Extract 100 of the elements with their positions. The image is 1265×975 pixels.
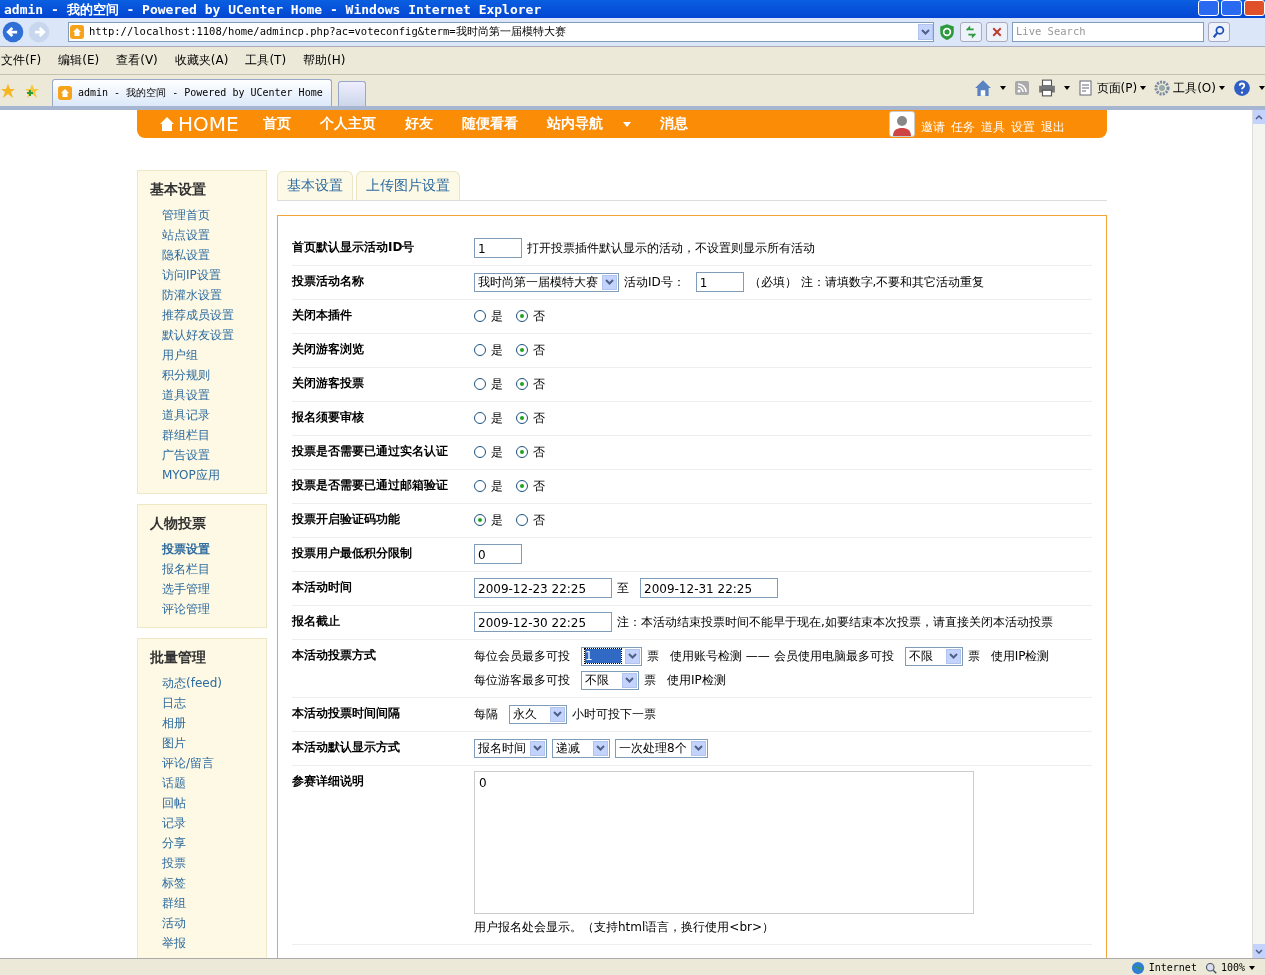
menu-item[interactable]: 编辑(E) (58, 52, 100, 69)
select-field[interactable]: 不限 (581, 670, 639, 690)
menu-item[interactable]: 查看(V) (116, 52, 158, 69)
radio-button[interactable] (516, 310, 528, 322)
zoom-icon (1204, 961, 1217, 974)
search-button[interactable] (1208, 22, 1230, 42)
dropdown-caret-icon (623, 121, 631, 127)
close-button[interactable] (1244, 0, 1265, 16)
scroll-down-icon[interactable] (1255, 948, 1263, 954)
address-field[interactable]: http://localhost:1108/home/admincp.php?ac=voteconfig&term=我时尚第一届模特大赛 (68, 22, 934, 42)
radio-button[interactable] (516, 480, 528, 492)
field-label: 关闭游客浏览 (292, 341, 365, 358)
radio-button[interactable] (516, 514, 528, 526)
sidebar-link[interactable]: 标签 (150, 873, 266, 893)
field-label: 参赛详细说明 (292, 773, 365, 790)
sidebar-link[interactable]: 举报 (150, 933, 266, 953)
menu-item[interactable]: 收藏夹(A) (174, 52, 229, 69)
sidebar-link[interactable]: 群组 (150, 893, 266, 913)
radio-button[interactable] (516, 344, 528, 356)
stop-button[interactable] (986, 22, 1008, 42)
sidebar-link[interactable]: MYOP应用 (150, 465, 266, 485)
text-input[interactable]: 2009-12-31 22:25 (640, 578, 778, 598)
hint-text: 使用账号检测 —— 会员使用电脑最多可投 (670, 647, 894, 665)
sidebar-link[interactable]: 话题 (150, 773, 266, 793)
hint-text: 每隔 (474, 705, 498, 723)
text-input[interactable]: 1 (695, 272, 744, 292)
star-icon (0, 82, 16, 99)
radio-button[interactable] (474, 310, 486, 322)
settings-tab[interactable]: 上传图片设置 (356, 171, 460, 200)
sidebar-link[interactable]: 推荐成员设置 (150, 305, 266, 325)
printer-icon (1037, 79, 1056, 97)
sidebar-link[interactable]: 群组栏目 (150, 425, 266, 445)
scroll-up-icon[interactable] (1255, 114, 1263, 120)
radio-button[interactable] (516, 446, 528, 458)
select-field[interactable]: 1 (581, 646, 642, 666)
settings-tab[interactable]: 基本设置 (277, 171, 353, 200)
page-menu[interactable]: 页面(P) (1077, 79, 1147, 97)
select-field[interactable]: 一次处理8个 (615, 738, 708, 758)
text-input[interactable]: 2009-12-30 22:25 (474, 612, 612, 632)
textarea-field[interactable]: 0 (474, 771, 974, 914)
rss-icon (1013, 80, 1030, 96)
sidebar-link[interactable]: 默认好友设置 (150, 325, 266, 345)
text-input[interactable]: 1 (474, 238, 522, 258)
menu-item[interactable]: 文件(F) (1, 52, 42, 69)
select-field[interactable]: 递减 (552, 738, 610, 758)
sidebar-link[interactable]: 防灌水设置 (150, 285, 266, 305)
window-title: admin - 我的空间 - Powered by UCenter Home - Windows Internet Explorer (4, 2, 542, 16)
radio-button[interactable] (474, 480, 486, 492)
sidebar-link[interactable]: 管理首页 (150, 205, 266, 225)
sidebar-link[interactable]: 用户组 (150, 345, 266, 365)
browser-tab[interactable]: admin - 我的空间 - Powered by UCenter Home (52, 79, 332, 106)
sidebar-link[interactable]: 访问IP设置 (150, 265, 266, 285)
select-field[interactable]: 报名时间 (474, 738, 547, 758)
sidebar-link[interactable]: 活动 (150, 913, 266, 933)
sidebar-link[interactable]: 站点设置 (150, 225, 266, 245)
sidebar-link[interactable]: 日志 (150, 693, 266, 713)
text-input[interactable]: 2009-12-23 22:25 (474, 578, 612, 598)
sidebar-link[interactable]: 图片 (150, 733, 266, 753)
sidebar-link[interactable]: 动态(feed) (150, 673, 266, 693)
sidebar-link[interactable]: 评论/留言 (150, 753, 266, 773)
sidebar-link[interactable]: 评论管理 (150, 599, 266, 619)
hint-text: 票 (644, 671, 656, 689)
minimize-button[interactable] (1198, 0, 1219, 16)
home-icon (973, 79, 992, 97)
sidebar-link[interactable]: 选手管理 (150, 579, 266, 599)
zoom-control[interactable]: 100% (1204, 961, 1255, 974)
sidebar-link[interactable]: 广告设置 (150, 445, 266, 465)
menu-item[interactable]: 工具(T) (245, 52, 287, 69)
menu-item[interactable]: 帮助(H) (303, 52, 346, 69)
search-field[interactable]: Live Search (1012, 22, 1204, 42)
sidebar-link[interactable]: 回帖 (150, 793, 266, 813)
radio-button[interactable] (474, 446, 486, 458)
sidebar-link[interactable]: 道具设置 (150, 385, 266, 405)
tools-menu[interactable]: 工具(O) (1154, 79, 1225, 97)
select-field[interactable]: 我时尚第一届模特大赛 (474, 272, 619, 292)
sidebar-link[interactable]: 分享 (150, 833, 266, 853)
text-input[interactable]: 0 (474, 544, 522, 564)
sidebar-link[interactable]: 记录 (150, 813, 266, 833)
radio-button[interactable] (474, 344, 486, 356)
radio-button[interactable] (516, 378, 528, 390)
scrollbar[interactable] (1252, 110, 1265, 958)
select-field[interactable]: 永久 (509, 704, 567, 724)
sidebar-link[interactable]: 隐私设置 (150, 245, 266, 265)
hint-text: 票 (967, 647, 980, 665)
sidebar-link[interactable]: 投票设置 (150, 539, 266, 559)
sidebar-link[interactable]: 积分规则 (150, 365, 266, 385)
refresh-button[interactable] (960, 22, 982, 42)
sidebar-link[interactable]: 道具记录 (150, 405, 266, 425)
radio-button[interactable] (474, 412, 486, 424)
hint-text: 活动ID号： (624, 273, 685, 291)
sidebar-link[interactable]: 相册 (150, 713, 266, 733)
radio-button[interactable] (474, 378, 486, 390)
maximize-button[interactable] (1221, 0, 1242, 16)
select-field[interactable]: 不限 (904, 646, 963, 666)
radio-button[interactable] (516, 412, 528, 424)
radio-button[interactable] (474, 514, 486, 526)
sidebar-link[interactable]: 报名栏目 (150, 559, 266, 579)
avatar-icon[interactable] (889, 111, 915, 137)
radio-label: 是 (491, 307, 503, 325)
sidebar-link[interactable]: 投票 (150, 853, 266, 873)
